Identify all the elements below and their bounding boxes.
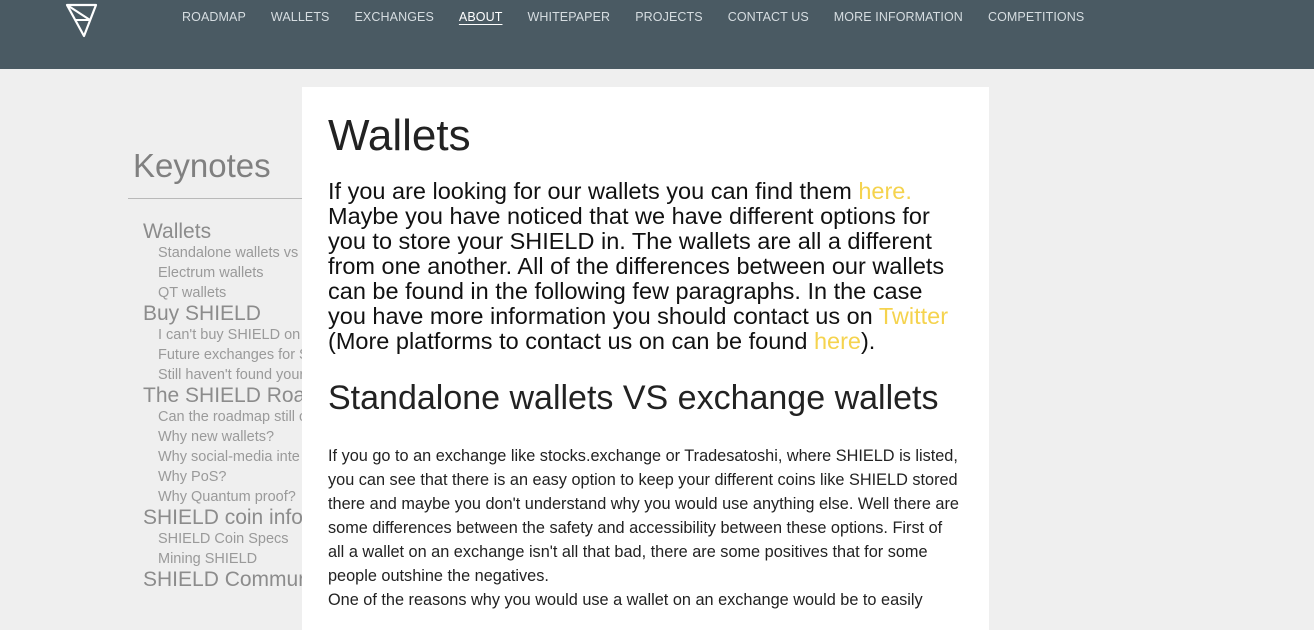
shield-logo-icon[interactable] (64, 2, 100, 40)
body-paragraph-2: One of the reasons why you would use a w… (328, 591, 923, 609)
intro-text-1: If you are looking for our wallets you c… (328, 178, 859, 204)
intro-paragraph: If you are looking for our wallets you c… (328, 179, 963, 354)
nav-more-information[interactable]: MORE INFORMATION (834, 9, 963, 25)
intro-text-4: ). (860, 328, 876, 354)
nav-exchanges[interactable]: EXCHANGES (355, 9, 434, 25)
top-navigation-bar: ROADMAP WALLETS EXCHANGES ABOUT WHITEPAPER PR… (0, 0, 1314, 69)
intro-text-2: Maybe you have noticed that we have diff… (328, 203, 945, 329)
section-heading: Standalone wallets VS exchange wallets (328, 379, 939, 417)
content-panel: Wallets If you are looking for our walle… (302, 87, 989, 630)
nav-contact-us[interactable]: CONTACT US (728, 9, 809, 25)
twitter-link[interactable]: Twitter (879, 303, 948, 329)
intro-text-3: (More platforms to contact us on can be … (328, 328, 814, 354)
nav-whitepaper[interactable]: WHITEPAPER (527, 9, 610, 25)
main-nav: ROADMAP WALLETS EXCHANGES ABOUT WHITEPAPER PR… (182, 9, 1109, 25)
body-paragraph: If you go to an exchange like stocks.exc… (328, 447, 959, 585)
nav-roadmap[interactable]: ROADMAP (182, 9, 246, 25)
nav-competitions[interactable]: COMPETITIONS (988, 9, 1084, 25)
nav-wallets[interactable]: WALLETS (271, 9, 330, 25)
page-title: Wallets (328, 111, 471, 160)
platforms-here-link[interactable]: here (814, 328, 861, 354)
sidebar-divider (128, 198, 302, 199)
nav-about[interactable]: ABOUT (459, 9, 503, 25)
wallets-here-link[interactable]: here. (858, 178, 912, 204)
nav-projects[interactable]: PROJECTS (635, 9, 702, 25)
